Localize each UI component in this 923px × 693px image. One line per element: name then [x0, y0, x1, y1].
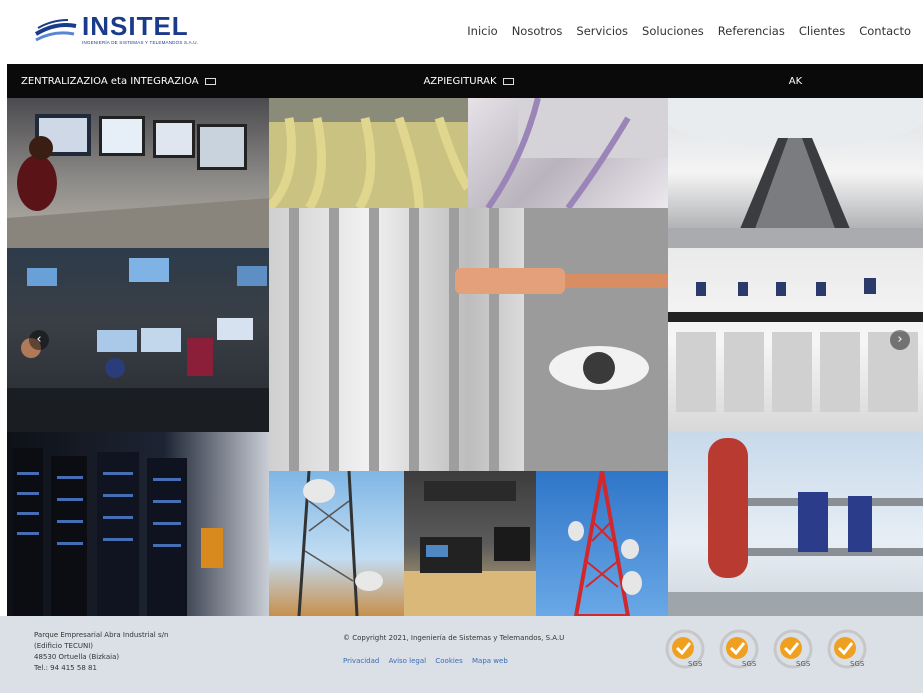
yellow-cables-photo[interactable] [269, 98, 468, 208]
sgs-certification-icon: SGS [827, 629, 867, 669]
certification-badges: SGS SGS SGS SGS [664, 628, 868, 670]
logo-text: INSITEL [82, 11, 189, 41]
link-aviso-legal[interactable]: Aviso legal [389, 657, 427, 665]
site-header: INSITEL INGENIERÍA DE SISTEMAS Y TELEMAN… [0, 0, 923, 64]
control-room-illustration [7, 114, 269, 248]
radio-equipment-photo[interactable] [404, 471, 536, 616]
main-nav: Inicio Nosotros Servicios Soluciones Ref… [453, 24, 911, 38]
purple-cables-illustration [485, 98, 668, 208]
link-privacidad[interactable]: Privacidad [343, 657, 379, 665]
yellow-cables-illustration [269, 98, 468, 208]
company-address: Parque Empresarial Abra Industrial s/n (… [34, 631, 169, 672]
sgs-certification-icon: SGS [665, 629, 705, 669]
copyright-text: © Copyright 2021, Ingeniería de Sistemas… [343, 634, 565, 642]
logo-subtitle: INGENIERÍA DE SISTEMAS Y TELEMANDOS S.A.… [82, 40, 199, 45]
telecom-mast-photo[interactable] [536, 471, 668, 616]
metro-station-photo[interactable] [668, 98, 923, 248]
nav-soluciones[interactable]: Soluciones [642, 24, 704, 38]
expand-icon [502, 77, 514, 85]
nav-referencias[interactable]: Referencias [718, 24, 785, 38]
link-cookies[interactable]: Cookies [435, 657, 462, 665]
column-title-infrastructure[interactable]: AZPIEGITURAK [269, 64, 668, 98]
telecom-mast-illustration [568, 471, 642, 616]
column-title-ak[interactable]: AK [668, 64, 923, 98]
electrical-cabinets-photo[interactable]: › [668, 248, 923, 432]
nav-nosotros[interactable]: Nosotros [512, 24, 563, 38]
column-title-centralization[interactable]: ZENTRALIZAZIOA eta INTEGRAZIOA [7, 64, 269, 98]
metro-station-illustration [668, 98, 923, 248]
radio-equipment-illustration [404, 481, 536, 616]
insitel-logo[interactable]: INSITEL INGENIERÍA DE SISTEMAS Y TELEMAN… [34, 11, 214, 50]
electrical-cabinets-illustration [668, 278, 923, 412]
link-mapa-web[interactable]: Mapa web [472, 657, 508, 665]
pumping-station-photo[interactable] [668, 432, 923, 616]
nav-inicio[interactable]: Inicio [467, 24, 497, 38]
sgs-certification-icon: SGS [719, 629, 759, 669]
sgs-certification-icon: SGS [773, 629, 813, 669]
footer-links: Privacidad Aviso legal Cookies Mapa web [343, 657, 515, 665]
chevron-left-icon[interactable]: ‹ [29, 330, 49, 350]
svg-text:SGS: SGS [688, 660, 703, 668]
antenna-tower-illustration [297, 471, 383, 616]
nav-clientes[interactable]: Clientes [799, 24, 845, 38]
purple-cables-photo[interactable] [468, 98, 668, 208]
server-racks-illustration [13, 448, 223, 616]
logo-swoosh-icon [34, 19, 77, 42]
pumping-station-illustration [668, 438, 923, 616]
antenna-tower-photo[interactable] [269, 471, 404, 616]
chevron-right-icon[interactable]: › [890, 330, 910, 350]
svg-text:SGS: SGS [850, 660, 865, 668]
site-footer: Parque Empresarial Abra Industrial s/n (… [0, 616, 923, 693]
patch-panel-eye-photo[interactable] [269, 208, 668, 471]
control-room-photo[interactable] [7, 98, 269, 248]
nav-contacto[interactable]: Contacto [859, 24, 911, 38]
patch-panel-illustration [289, 208, 668, 471]
operations-center-photo[interactable]: ‹ [7, 248, 269, 432]
svg-text:SGS: SGS [796, 660, 811, 668]
svg-text:SGS: SGS [742, 660, 757, 668]
expand-icon [204, 77, 216, 85]
nav-servicios[interactable]: Servicios [576, 24, 628, 38]
server-racks-photo[interactable] [7, 432, 269, 616]
